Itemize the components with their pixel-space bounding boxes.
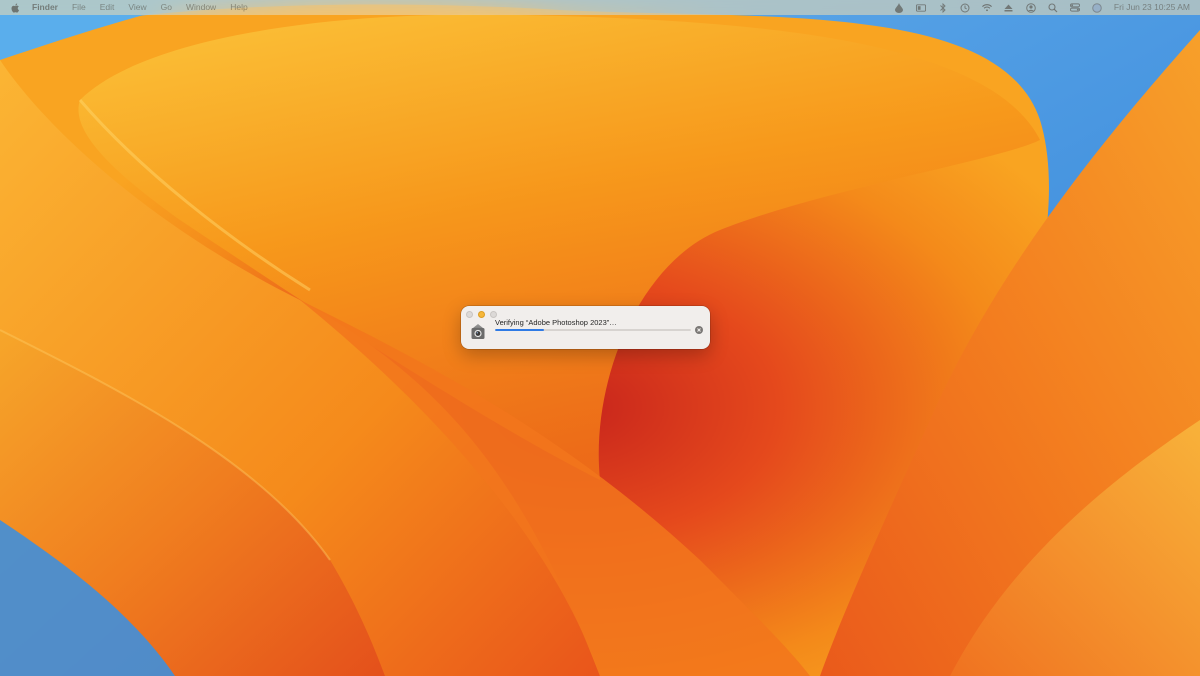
- bluetooth-icon[interactable]: [938, 2, 948, 13]
- menu-edit[interactable]: Edit: [100, 0, 115, 15]
- search-icon[interactable]: [1048, 2, 1058, 13]
- control-center-icon[interactable]: [1069, 3, 1080, 13]
- progress-bar-fill: [495, 329, 544, 331]
- gatekeeper-icon: [470, 323, 486, 340]
- dialog-title: Verifying “Adobe Photoshop 2023”…: [495, 318, 617, 327]
- display-icon[interactable]: [915, 3, 926, 13]
- zoom-button[interactable]: [490, 311, 497, 318]
- stop-icon[interactable]: [695, 326, 703, 334]
- verifying-dialog: Verifying “Adobe Photoshop 2023”…: [461, 306, 710, 349]
- desktop: Finder File Edit View Go Window Help Fri…: [0, 0, 1200, 676]
- close-button[interactable]: [466, 311, 473, 318]
- menu-help[interactable]: Help: [230, 0, 247, 15]
- drop-icon[interactable]: [894, 2, 904, 13]
- menu-bar-clock[interactable]: Fri Jun 23 10:25 AM: [1114, 0, 1190, 15]
- menu-go[interactable]: Go: [161, 0, 172, 15]
- menu-window[interactable]: Window: [186, 0, 216, 15]
- window-controls: [466, 311, 502, 318]
- minimize-button[interactable]: [478, 311, 485, 318]
- time-machine-icon[interactable]: [960, 3, 970, 13]
- menu-app-name[interactable]: Finder: [32, 0, 58, 15]
- apple-menu-icon[interactable]: [10, 2, 20, 13]
- menu-file[interactable]: File: [72, 0, 86, 15]
- eject-icon[interactable]: [1004, 3, 1014, 13]
- menu-bar: Finder File Edit View Go Window Help Fri…: [0, 0, 1200, 15]
- progress-bar: [495, 329, 691, 331]
- wifi-icon[interactable]: [981, 3, 992, 13]
- menu-view[interactable]: View: [128, 0, 146, 15]
- siri-icon[interactable]: [1092, 2, 1102, 13]
- user-icon[interactable]: [1026, 2, 1036, 13]
